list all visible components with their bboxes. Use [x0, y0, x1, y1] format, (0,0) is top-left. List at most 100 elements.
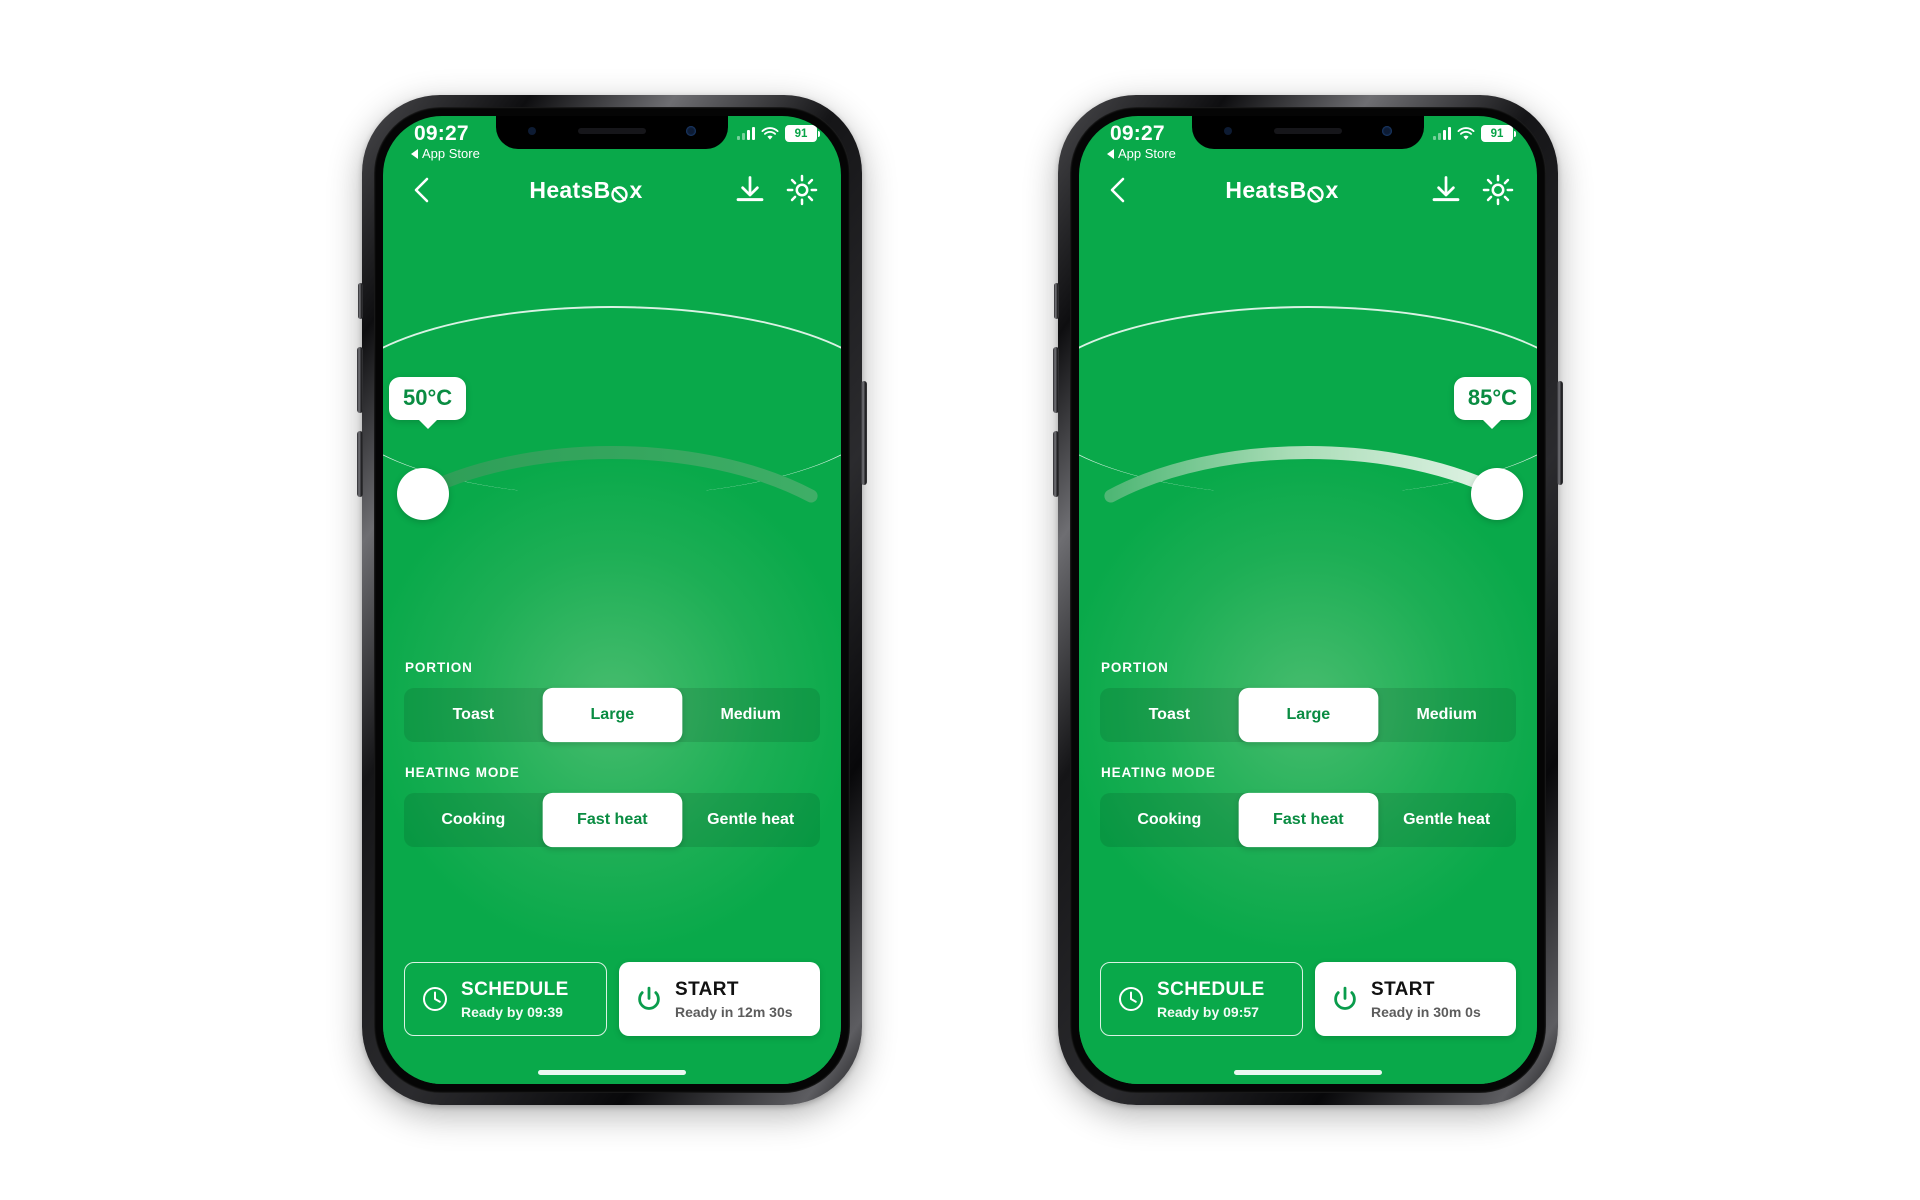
portion-option-toast[interactable]: Toast: [404, 688, 543, 742]
triangle-left-icon: [411, 148, 418, 159]
start-text-right: START Ready in 30m 0s: [1371, 979, 1481, 1020]
temperature-dial-left[interactable]: 50°C: [383, 377, 841, 582]
schedule-text-left: SCHEDULE Ready by 09:39: [461, 979, 569, 1020]
schedule-subtitle: Ready by 09:39: [461, 1003, 563, 1020]
proximity-sensor-icon: [528, 127, 536, 135]
start-subtitle: Ready in 30m 0s: [1371, 1003, 1481, 1020]
phone-bezel: 09:27 App Store 91: [1070, 107, 1546, 1093]
schedule-title: SCHEDULE: [1157, 978, 1265, 1000]
return-app-label: App Store: [422, 146, 480, 161]
portion-option-large[interactable]: Large: [1238, 687, 1378, 743]
heating-section-label: HEATING MODE: [405, 765, 520, 780]
return-to-app-store-link[interactable]: App Store: [1107, 146, 1176, 161]
phone-screen-right: 09:27 App Store 91 Heats B x 85°C PORTIO…: [1079, 116, 1537, 1084]
heating-option-fast-heat[interactable]: Fast heat: [542, 792, 682, 848]
download-icon[interactable]: [733, 173, 767, 207]
heating-option-cooking[interactable]: Cooking: [1100, 793, 1239, 847]
heating-option-fast-heat[interactable]: Fast heat: [1238, 792, 1378, 848]
front-camera-icon: [1382, 126, 1392, 136]
schedule-text-right: SCHEDULE Ready by 09:57: [1157, 979, 1265, 1020]
bottom-actions-right: SCHEDULE Ready by 09:57 START Ready in 3…: [1100, 962, 1516, 1036]
status-indicators: 91: [737, 125, 820, 142]
gear-icon[interactable]: [785, 173, 819, 207]
start-button-left[interactable]: START Ready in 12m 30s: [619, 962, 820, 1036]
status-time: 09:27: [1110, 122, 1165, 145]
logo-circle-icon: [611, 182, 629, 203]
status-time: 09:27: [414, 122, 469, 145]
bottom-actions-left: SCHEDULE Ready by 09:39 START Ready in 1…: [404, 962, 820, 1036]
heating-option-cooking[interactable]: Cooking: [404, 793, 543, 847]
power-button[interactable]: [861, 381, 867, 485]
front-camera-icon: [686, 126, 696, 136]
portion-section-label: PORTION: [1101, 660, 1169, 675]
notch: [496, 116, 728, 149]
page-title: Heats Bx: [439, 177, 733, 204]
temperature-readout-right: 85°C: [1453, 377, 1531, 420]
heating-mode-selector-left[interactable]: Cooking Fast heat Gentle heat: [404, 792, 820, 848]
power-button[interactable]: [1557, 381, 1563, 485]
temperature-knob-left[interactable]: [397, 468, 449, 520]
wifi-icon: [761, 126, 779, 140]
dial-track: [1104, 446, 1514, 503]
app-navigation-bar: Heats Bx: [1079, 160, 1537, 220]
heating-mode-selector-right[interactable]: Cooking Fast heat Gentle heat: [1100, 792, 1516, 848]
temperature-knob-right[interactable]: [1471, 468, 1523, 520]
back-button[interactable]: [1101, 173, 1135, 207]
power-icon: [638, 986, 660, 1010]
earpiece-speaker: [1274, 128, 1342, 134]
logo-circle-icon: [1307, 182, 1325, 203]
earpiece-speaker: [578, 128, 646, 134]
schedule-button-left[interactable]: SCHEDULE Ready by 09:39: [404, 962, 607, 1036]
notch: [1192, 116, 1424, 149]
page-title-part3: x: [629, 176, 643, 203]
back-button[interactable]: [405, 173, 439, 207]
portion-option-medium[interactable]: Medium: [1377, 688, 1516, 742]
cellular-signal-icon: [1433, 127, 1451, 140]
phone-bezel: 09:27 App Store 91: [374, 107, 850, 1093]
power-icon: [1334, 986, 1356, 1010]
download-icon[interactable]: [1429, 173, 1463, 207]
chevron-left-icon: [414, 177, 429, 203]
portion-option-medium[interactable]: Medium: [681, 688, 820, 742]
portion-option-large[interactable]: Large: [542, 687, 682, 743]
temperature-readout-left: 50°C: [389, 377, 467, 420]
gear-icon[interactable]: [1481, 173, 1515, 207]
phone-device-left: 09:27 App Store 91 Heats B x 50°C PORTIO…: [357, 95, 867, 1105]
heating-option-gentle-heat[interactable]: Gentle heat: [681, 793, 820, 847]
app-navigation-bar: Heats Bx: [383, 160, 841, 220]
battery-icon: 91: [785, 125, 820, 142]
return-to-app-store-link[interactable]: App Store: [411, 146, 480, 161]
start-title: START: [1371, 978, 1435, 1000]
page-title-part3: x: [1325, 176, 1339, 203]
wifi-icon: [1457, 126, 1475, 140]
page-title-part1: Heats: [1225, 176, 1290, 203]
volume-up-button[interactable]: [1053, 347, 1059, 413]
nav-actions: [733, 173, 819, 207]
silent-switch[interactable]: [1054, 283, 1059, 319]
start-subtitle: Ready in 12m 30s: [675, 1003, 793, 1020]
portion-selector-right[interactable]: Toast Large Medium: [1100, 687, 1516, 743]
start-button-right[interactable]: START Ready in 30m 0s: [1315, 962, 1516, 1036]
volume-down-button[interactable]: [1053, 431, 1059, 497]
silent-switch[interactable]: [358, 283, 363, 319]
triangle-left-icon: [1107, 148, 1114, 159]
page-title: Heats Bx: [1135, 177, 1429, 204]
portion-option-toast[interactable]: Toast: [1100, 688, 1239, 742]
phone-screen-left: 09:27 App Store 91 Heats B x 50°C PORTIO…: [383, 116, 841, 1084]
temperature-dial-right[interactable]: 85°C: [1079, 377, 1537, 582]
battery-icon: 91: [1481, 125, 1516, 142]
heating-section-label: HEATING MODE: [1101, 765, 1216, 780]
home-indicator[interactable]: [1234, 1070, 1382, 1075]
home-indicator[interactable]: [538, 1070, 686, 1075]
nav-actions: [1429, 173, 1515, 207]
screenshot-stage: 09:27 App Store 91 Heats B x 50°C PORTIO…: [0, 0, 1920, 1200]
portion-section-label: PORTION: [405, 660, 473, 675]
heating-option-gentle-heat[interactable]: Gentle heat: [1377, 793, 1516, 847]
portion-selector-left[interactable]: Toast Large Medium: [404, 687, 820, 743]
volume-down-button[interactable]: [357, 431, 363, 497]
schedule-button-right[interactable]: SCHEDULE Ready by 09:57: [1100, 962, 1303, 1036]
status-indicators: 91: [1433, 125, 1516, 142]
main-content-left: 50°C PORTION Toast Large Medium HEATING …: [383, 220, 841, 1084]
cellular-signal-icon: [737, 127, 755, 140]
volume-up-button[interactable]: [357, 347, 363, 413]
